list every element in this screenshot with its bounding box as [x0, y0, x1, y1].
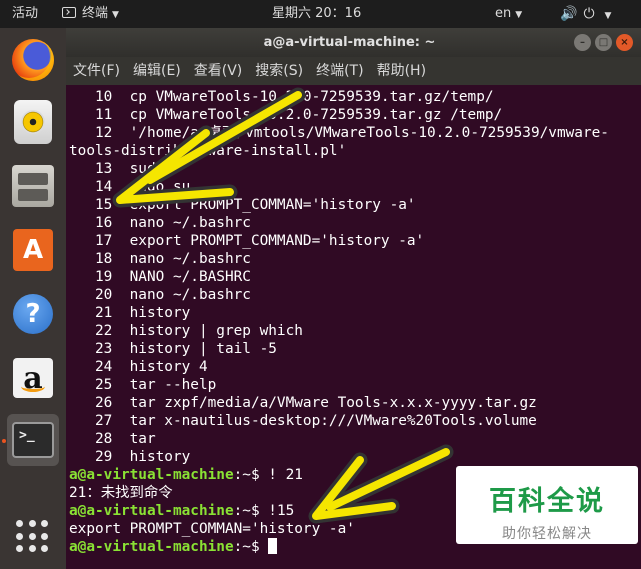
history-line: 18 nano ~/.bashrc: [69, 251, 251, 267]
history-line: 21 history: [69, 305, 191, 321]
history-line: 14 sudo su: [69, 179, 191, 195]
history-line: 15 export PROMPT_COMMAN='history -a': [69, 197, 416, 213]
prompt: a@a-virtual-machine: [69, 503, 234, 519]
menu-view[interactable]: 查看(V): [194, 63, 243, 79]
close-button[interactable]: ×: [616, 34, 633, 51]
watermark-logo: 百科全说 助你轻松解决: [456, 466, 638, 544]
system-menu[interactable]: 🔊⏻ ▼: [560, 0, 617, 28]
history-line: 27 tar x-nautilus-desktop:///VMware%20To…: [69, 413, 537, 429]
chevron-down-icon: ▼: [604, 11, 618, 21]
dock: A ? a >_: [0, 28, 66, 569]
show-applications-icon: [16, 520, 50, 554]
software-center-icon: A: [13, 229, 53, 271]
window-title: a@a-virtual-machine: ~: [263, 35, 436, 50]
dock-show-applications[interactable]: [7, 511, 59, 563]
prompt-suffix: :~$: [233, 467, 269, 483]
clock[interactable]: 星期六 20：16: [272, 0, 361, 28]
chevron-down-icon: ▼: [515, 10, 523, 20]
menu-bar: 文件(F) 编辑(E) 查看(V) 搜索(S) 终端(T) 帮助(H): [66, 57, 641, 85]
watermark-title: 百科全说: [489, 486, 605, 517]
history-line: 29 history: [69, 449, 191, 465]
menu-terminal[interactable]: 终端(T): [316, 63, 363, 79]
history-line: 24 history 4: [69, 359, 208, 375]
text-cursor: [268, 538, 278, 554]
history-line: 13 sudo: [69, 161, 165, 177]
prompt: a@a-virtual-machine: [69, 467, 234, 483]
rhythmbox-icon: [14, 100, 52, 144]
language-label: en: [495, 6, 512, 21]
power-icon: ⏻: [583, 6, 601, 22]
history-line: tools-distrib/vmware-install.pl': [69, 143, 347, 159]
menu-search[interactable]: 搜索(S): [255, 63, 303, 79]
top-panel: 活动 终端 ▼ 星期六 20：16 en ▼ 🔊⏻ ▼: [0, 0, 641, 28]
dock-rhythmbox[interactable]: [7, 96, 59, 148]
terminal-icon: >_: [12, 422, 54, 458]
dock-software-center[interactable]: A: [7, 224, 59, 276]
dock-terminal[interactable]: >_: [7, 414, 59, 466]
history-line: 16 nano ~/.bashrc: [69, 215, 251, 231]
window-titlebar[interactable]: a@a-virtual-machine: ~ – □ ×: [66, 28, 641, 57]
history-line: 11 cp VMwareTools-10.2.0-7259539.tar.gz …: [69, 107, 503, 123]
files-icon: [12, 165, 54, 207]
dock-amazon[interactable]: a: [7, 352, 59, 404]
dock-firefox[interactable]: [7, 34, 59, 86]
history-line: 23 history | tail -5: [69, 341, 277, 357]
history-line: 25 tar --help: [69, 377, 217, 393]
history-line: 10 cp VMwareTools-10.2.0-7259539.tar.gz/…: [69, 89, 494, 105]
prompt-suffix: :~$: [233, 503, 269, 519]
dock-help[interactable]: ?: [7, 288, 59, 340]
command-text: ! 21: [268, 467, 303, 483]
app-menu-button[interactable]: 终端 ▼: [62, 0, 119, 28]
menu-help[interactable]: 帮助(H): [377, 63, 426, 79]
dock-files[interactable]: [7, 160, 59, 212]
running-indicator: [2, 439, 6, 443]
menu-file[interactable]: 文件(F): [73, 63, 120, 79]
prompt: a@a-virtual-machine: [69, 539, 234, 555]
history-line: 17 export PROMPT_COMMAND='history -a': [69, 233, 425, 249]
language-indicator[interactable]: en ▼: [495, 0, 522, 28]
history-line: 28 tar: [69, 431, 156, 447]
chevron-down-icon: ▼: [112, 10, 119, 20]
app-menu-label: 终端: [82, 6, 109, 21]
activities-button[interactable]: 活动: [12, 0, 38, 28]
maximize-button[interactable]: □: [595, 34, 612, 51]
command-text: !15: [268, 503, 295, 519]
history-output: 10 cp VMwareTools-10.2.0-7259539.tar.gz/…: [69, 88, 641, 466]
terminal-small-icon: [62, 7, 76, 18]
firefox-icon: [12, 39, 54, 81]
watermark-subtitle: 助你轻松解决: [502, 526, 592, 542]
menu-edit[interactable]: 编辑(E): [133, 63, 181, 79]
help-icon: ?: [13, 294, 53, 334]
history-line: 20 nano ~/.bashrc: [69, 287, 251, 303]
history-line: 19 NANO ~/.BASHRC: [69, 269, 251, 285]
history-line: 12 '/home/a/桌面/vmtools/VMwareTools-10.2.…: [69, 125, 609, 141]
minimize-button[interactable]: –: [574, 34, 591, 51]
volume-icon: 🔊: [560, 6, 584, 22]
prompt-suffix: :~$: [233, 539, 269, 555]
history-line: 26 tar zxpf/media/a/VMware Tools-x.x.x-y…: [69, 395, 537, 411]
history-line: 22 history | grep which: [69, 323, 303, 339]
amazon-icon: a: [13, 358, 53, 398]
